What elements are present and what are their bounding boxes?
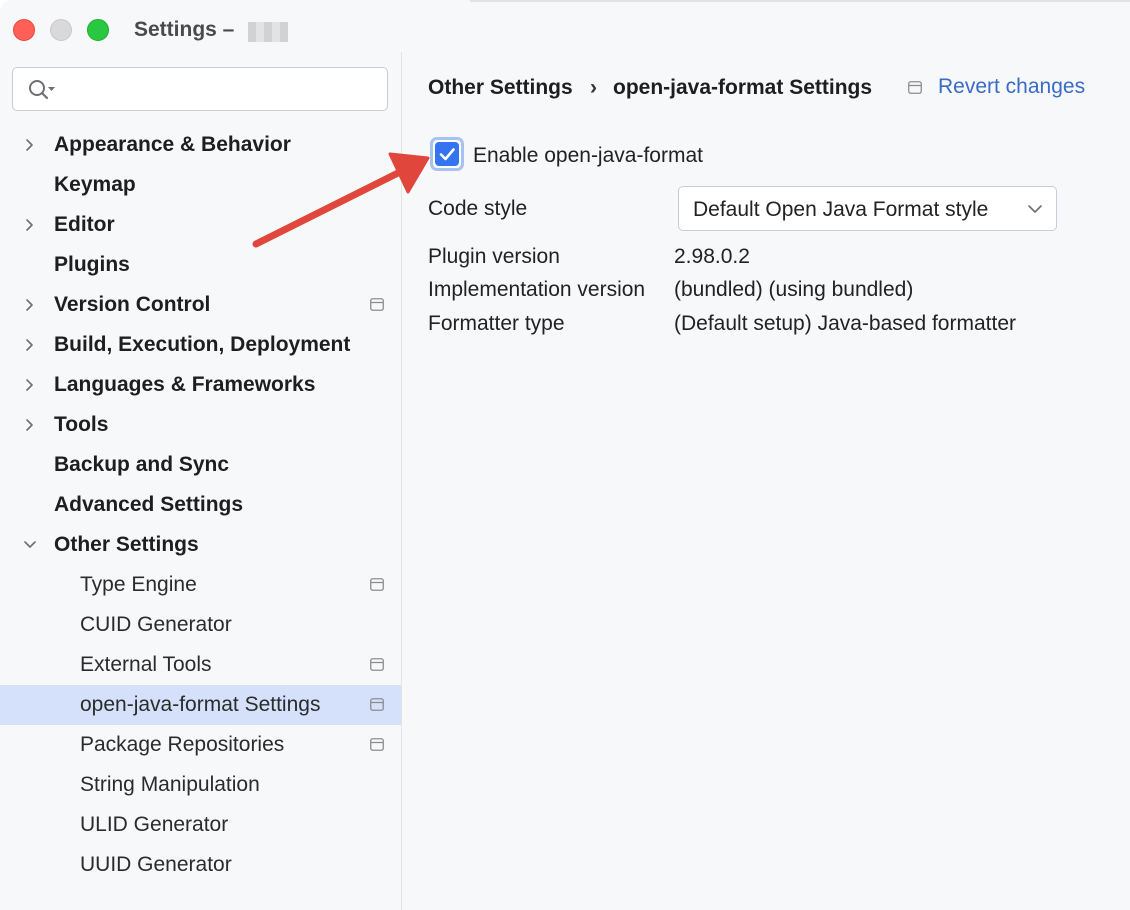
sidebar-item-label: Editor: [54, 213, 115, 236]
sidebar-item-label: Backup and Sync: [54, 453, 230, 476]
code-style-selected-value: Default Open Java Format style: [693, 198, 989, 221]
chevron-right-icon[interactable]: [22, 137, 38, 153]
sidebar-item-build-execution-deployment[interactable]: Build, Execution, Deployment: [0, 325, 401, 365]
formatter-type-value: (Default setup) Java-based formatter: [674, 312, 1016, 335]
sidebar-item-languages-frameworks[interactable]: Languages & Frameworks: [0, 365, 401, 405]
document-icon: [370, 698, 384, 711]
sidebar-item-label: Package Repositories: [80, 733, 285, 756]
plugin-version-label: Plugin version: [428, 245, 560, 268]
sidebar-item-label: open-java-format Settings: [80, 693, 321, 716]
sidebar-item-label: Plugins: [54, 253, 130, 276]
chevron-right-icon[interactable]: [22, 297, 38, 313]
breadcrumb-separator: ›: [590, 76, 597, 99]
chevron-down-icon[interactable]: [22, 537, 38, 553]
obscured-project-name: [248, 22, 288, 42]
document-icon: [370, 298, 384, 311]
sidebar-item-open-java-format-settings[interactable]: open-java-format Settings: [0, 685, 401, 725]
sidebar-item-label: Version Control: [54, 293, 211, 316]
code-style-label: Code style: [428, 197, 528, 220]
chevron-right-icon[interactable]: [22, 377, 38, 393]
sidebar-item-other-settings[interactable]: Other Settings: [0, 525, 401, 565]
sidebar-item-backup-and-sync[interactable]: Backup and Sync: [0, 445, 401, 485]
sidebar-item-type-engine[interactable]: Type Engine: [0, 565, 401, 605]
sidebar-item-label: Languages & Frameworks: [54, 373, 316, 396]
enable-checkbox-label[interactable]: Enable open-java-format: [473, 144, 703, 168]
annotation-arrow: [252, 152, 430, 248]
title-bar: Settings –: [0, 0, 1130, 52]
sidebar-item-label: ULID Generator: [80, 813, 229, 836]
sidebar-item-uuid-generator[interactable]: UUID Generator: [0, 845, 401, 885]
sidebar-item-label: Keymap: [54, 173, 136, 196]
sidebar-item-label: CUID Generator: [80, 613, 232, 636]
sidebar-item-ulid-generator[interactable]: ULID Generator: [0, 805, 401, 845]
sidebar-item-label: Type Engine: [80, 573, 197, 596]
settings-content: Other Settings › open-java-format Settin…: [402, 52, 1130, 910]
revert-changes-link[interactable]: Revert changes: [938, 75, 1085, 99]
close-window-button[interactable]: [13, 19, 35, 41]
implementation-version-value: (bundled) (using bundled): [674, 278, 914, 301]
chevron-down-icon: [1028, 205, 1042, 213]
breadcrumb-parent[interactable]: Other Settings: [428, 76, 573, 100]
plugin-version-value: 2.98.0.2: [674, 245, 750, 268]
sidebar-item-label: String Manipulation: [80, 773, 260, 796]
search-icon: [29, 80, 55, 100]
sidebar-item-package-repositories[interactable]: Package Repositories: [0, 725, 401, 765]
sidebar-item-label: External Tools: [80, 653, 212, 676]
sidebar-item-label: Other Settings: [54, 533, 199, 556]
maximize-window-button[interactable]: [87, 19, 109, 41]
sidebar-item-version-control[interactable]: Version Control: [0, 285, 401, 325]
breadcrumb-current: open-java-format Settings: [613, 76, 873, 99]
code-style-dropdown[interactable]: Default Open Java Format style: [678, 186, 1057, 231]
sidebar-item-label: Build, Execution, Deployment: [54, 333, 351, 356]
top-edge-line: [470, 0, 1130, 2]
sidebar-item-label: Tools: [54, 413, 109, 436]
sidebar-item-tools[interactable]: Tools: [0, 405, 401, 445]
sidebar-item-external-tools[interactable]: External Tools: [0, 645, 401, 685]
sidebar-item-label: Advanced Settings: [54, 493, 244, 516]
settings-search-input[interactable]: [12, 67, 388, 111]
sidebar-item-cuid-generator[interactable]: CUID Generator: [0, 605, 401, 645]
formatter-type-label: Formatter type: [428, 312, 565, 335]
document-icon: [908, 81, 922, 94]
document-icon: [370, 658, 384, 671]
chevron-right-icon[interactable]: [22, 337, 38, 353]
window-title: Settings –: [134, 18, 235, 41]
document-icon: [370, 738, 384, 751]
implementation-version-label: Implementation version: [428, 278, 646, 301]
sidebar-item-string-manipulation[interactable]: String Manipulation: [0, 765, 401, 805]
document-icon: [370, 578, 384, 591]
minimize-window-button[interactable]: [50, 19, 72, 41]
chevron-right-icon[interactable]: [22, 417, 38, 433]
settings-window: Settings – Appearance & Behavior Keymap Ed…: [0, 0, 1130, 910]
chevron-right-icon[interactable]: [22, 217, 38, 233]
sidebar-item-label: UUID Generator: [80, 853, 232, 876]
sidebar-item-advanced-settings[interactable]: Advanced Settings: [0, 485, 401, 525]
